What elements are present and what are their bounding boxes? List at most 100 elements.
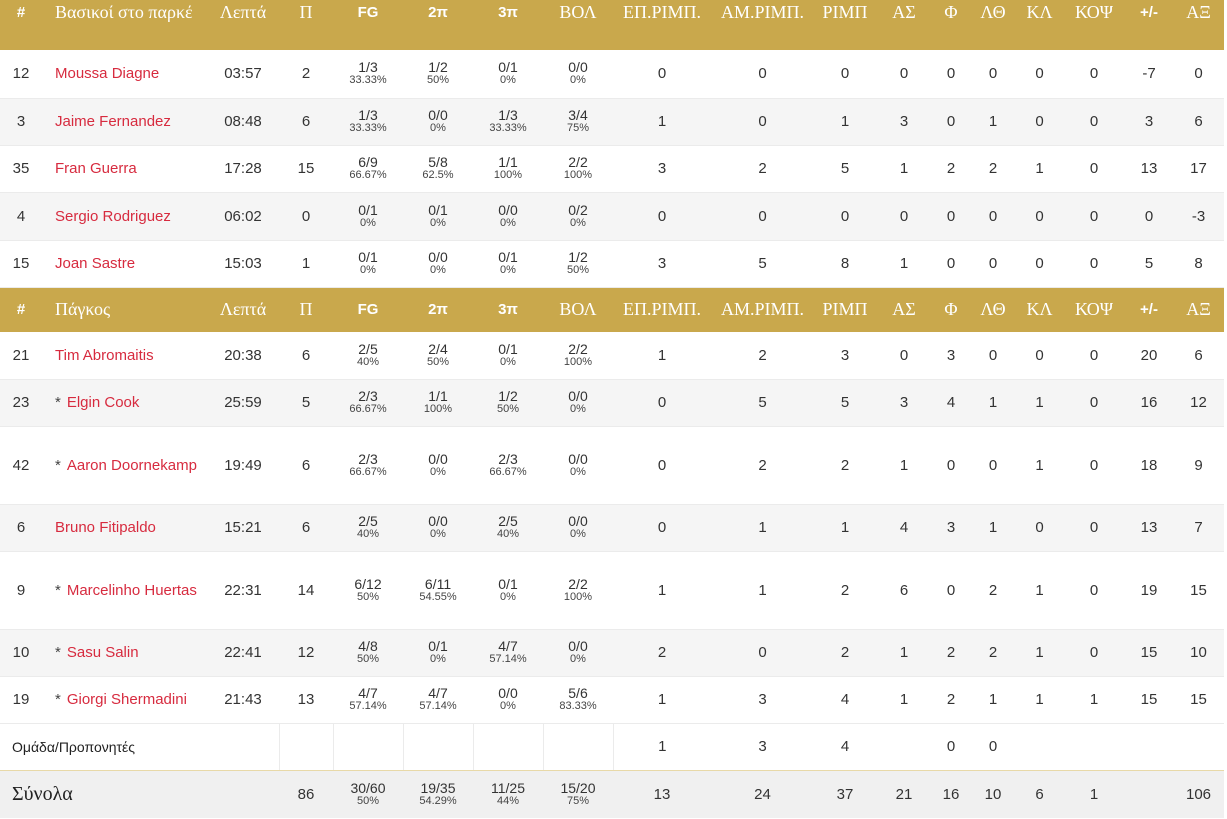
player-name[interactable]: Elgin Cook: [67, 394, 140, 411]
player-p2-pct: 0%: [430, 216, 446, 229]
player-row: 19 * Giorgi Shermadini 21:43 13 4/7 57.14% 4/7 5…: [0, 676, 1224, 724]
player-row: 4 Sergio Rodriguez 06:02 0 0/1 0% 0/1 0% 0/0 0% 0/…: [0, 192, 1224, 241]
player-p3: 1/3 33.33%: [473, 98, 543, 146]
player-eff: 0: [1173, 50, 1224, 99]
player-ft-made: 2/2: [568, 575, 588, 592]
player-name[interactable]: Sergio Rodriguez: [55, 208, 171, 225]
empty-cell: [207, 722, 280, 771]
player-name-link[interactable]: Moussa Diagne: [42, 50, 207, 99]
player-p2: 5/8 62.5%: [403, 145, 473, 193]
col-header-pts: Π: [279, 0, 333, 50]
player-p3-pct: 40%: [496, 528, 520, 540]
player-row: 6 Bruno Fitipaldo 15:21 6 2/5 40% 0/0 0% 2/5 40% 0…: [0, 504, 1224, 552]
player-p2-made: 2/4: [428, 340, 448, 357]
player-p3-made: 0/0: [498, 685, 518, 701]
totals-reb: 37: [814, 770, 876, 818]
player-name[interactable]: Tim Abromaitis: [55, 347, 154, 364]
col-header-blk: ΚΟΨ: [1063, 0, 1125, 50]
player-p3: 0/1 0%: [473, 240, 543, 288]
player-ft: 0/0 0%: [543, 504, 613, 552]
player-pf: 2: [932, 145, 970, 193]
player-pm: 3: [1125, 98, 1173, 146]
player-name-link[interactable]: Tim Abromaitis: [42, 332, 207, 380]
col-header-ft: ΒΟΛ: [543, 0, 613, 50]
player-name[interactable]: Moussa Diagne: [55, 65, 159, 82]
totals-label: Σύνολα: [0, 770, 207, 818]
player-ft: 0/0 0%: [543, 629, 613, 677]
player-stl: 1: [1016, 551, 1063, 630]
player-fg: 4/7 57.14%: [333, 676, 403, 724]
player-p3: 0/1 0%: [473, 551, 543, 630]
player-fg: 2/3 66.67%: [333, 426, 403, 505]
player-name-link[interactable]: Bruno Fitipaldo: [42, 504, 207, 552]
player-stl: 1: [1016, 676, 1063, 724]
player-name-link[interactable]: * Giorgi Shermadini: [42, 676, 207, 724]
player-name[interactable]: Jaime Fernandez: [55, 113, 171, 130]
player-number: 23: [0, 379, 42, 427]
player-p3-pct: 66.67%: [489, 465, 527, 478]
player-name[interactable]: Marcelinho Huertas: [67, 582, 197, 599]
player-eff: 8: [1173, 240, 1224, 288]
player-number: 21: [0, 332, 42, 380]
box-score-table: # Βασικοί στο παρκέ Λεπτά Π FG 2π 3π ΒΟΛ ΕΠ.ΡΙΜΠ…: [0, 0, 1224, 818]
player-ast: 0: [876, 332, 932, 380]
player-name[interactable]: Giorgi Shermadini: [67, 691, 187, 708]
player-name-link[interactable]: Jaime Fernandez: [42, 98, 207, 146]
col-header-fg: FG: [333, 287, 403, 332]
player-name-link[interactable]: Joan Sastre: [42, 240, 207, 288]
player-dreb: 2: [711, 145, 814, 193]
team-coaches-label: Ομάδα/Προπονητές: [0, 722, 207, 771]
player-fg-pct: 50%: [356, 653, 380, 665]
player-dreb: 2: [711, 426, 814, 505]
col-header-reb: ΡΙΜΠ: [814, 287, 876, 332]
player-ft-made: 2/2: [568, 340, 588, 357]
player-name-link[interactable]: * Aaron Doornekamp: [42, 426, 207, 505]
player-pm: 13: [1125, 504, 1173, 552]
player-fg-made: 2/3: [358, 450, 378, 467]
bench-header-label: Πάγκος: [42, 287, 207, 332]
totals-ft-made: 15/20: [560, 779, 596, 796]
player-p2: 1/2 50%: [403, 50, 473, 99]
player-name[interactable]: Sasu Salin: [67, 644, 139, 661]
player-p2: 0/0 0%: [403, 504, 473, 552]
player-name[interactable]: Bruno Fitipaldo: [55, 519, 156, 536]
player-ft: 0/0 0%: [543, 426, 613, 505]
totals-blk: 1: [1063, 770, 1125, 818]
player-name-link[interactable]: * Elgin Cook: [42, 379, 207, 427]
player-name[interactable]: Fran Guerra: [55, 160, 137, 177]
player-to: 1: [970, 504, 1016, 552]
player-p3-made: 0/0: [498, 201, 518, 218]
player-fg-pct: 0%: [360, 216, 376, 229]
player-number: 42: [0, 426, 42, 505]
player-name-link[interactable]: * Sasu Salin: [42, 629, 207, 677]
player-name-link[interactable]: Fran Guerra: [42, 145, 207, 193]
player-to: 0: [970, 240, 1016, 288]
player-stl: 0: [1016, 240, 1063, 288]
player-ast: 0: [876, 192, 932, 241]
player-ft-made: 0/0: [568, 59, 588, 76]
player-blk: 0: [1063, 50, 1125, 99]
player-number: 9: [0, 551, 42, 630]
player-ft-made: 0/0: [568, 388, 588, 404]
empty-cell: [403, 722, 474, 771]
player-to: 0: [970, 426, 1016, 505]
player-fg-made: 0/1: [358, 249, 378, 265]
player-ast: 0: [876, 50, 932, 99]
player-ast: 3: [876, 98, 932, 146]
player-p3-pct: 33.33%: [489, 122, 527, 134]
player-name-link[interactable]: Sergio Rodriguez: [42, 192, 207, 241]
player-p3-pct: 57.14%: [489, 653, 527, 665]
player-p3-pct: 0%: [500, 590, 516, 603]
bench-header: # Πάγκος Λεπτά Π FG 2π 3π ΒΟΛ ΕΠ.ΡΙΜΠ. ΑΜ.ΡΙΜΠ. ΡΙ…: [0, 287, 1224, 332]
player-star-marker: *: [55, 394, 61, 411]
player-p3-pct: 0%: [500, 700, 516, 712]
player-eff: -3: [1173, 192, 1224, 241]
player-ast: 1: [876, 240, 932, 288]
player-p2-made: 0/0: [428, 450, 448, 467]
player-name[interactable]: Joan Sastre: [55, 255, 135, 272]
player-name[interactable]: Aaron Doornekamp: [67, 457, 197, 474]
player-p3: 1/1 100%: [473, 145, 543, 193]
player-name-link[interactable]: * Marcelinho Huertas: [42, 551, 207, 630]
player-minutes: 21:43: [207, 676, 279, 724]
player-p3: 0/0 0%: [473, 676, 543, 724]
